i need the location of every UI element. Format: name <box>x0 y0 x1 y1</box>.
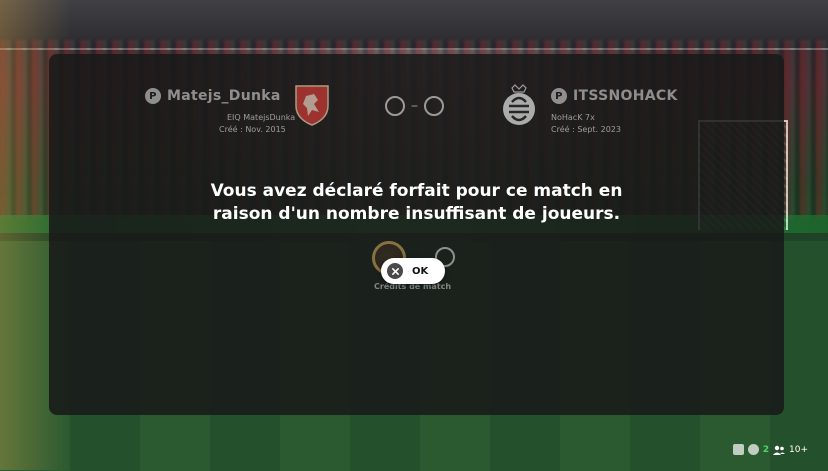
status-bar: 2 10+ <box>732 444 808 455</box>
party-icon[interactable] <box>773 445 785 455</box>
away-created-date: Créé : Sept. 2023 <box>551 125 621 134</box>
forfeit-dialog: P Matejs_Dunka EIQ MatejsDunka Créé : No… <box>49 54 784 415</box>
cross-button-icon <box>387 263 403 279</box>
party-count: 10+ <box>789 444 808 455</box>
away-score-circle <box>424 96 444 116</box>
chat-icon[interactable] <box>732 444 744 455</box>
score-separator: – <box>411 98 418 114</box>
ok-label: OK <box>412 265 429 277</box>
ok-button[interactable]: OK <box>381 258 445 284</box>
away-club-name: NoHacK 7x <box>551 113 595 122</box>
scoreboard: – <box>385 96 444 116</box>
home-club-name: EIQ MatejsDunka <box>227 113 296 122</box>
online-friends-icon[interactable] <box>747 444 759 455</box>
playstation-icon: P <box>145 88 161 104</box>
home-club-crest-icon <box>295 85 329 126</box>
home-score-circle <box>385 96 405 116</box>
forfeit-message: Vous avez déclaré forfait pour ce match … <box>210 181 623 224</box>
away-club-crest-icon <box>503 84 535 125</box>
away-team-name: P ITSSNOHACK <box>551 88 678 104</box>
playstation-icon: P <box>551 88 567 104</box>
home-team-name: P Matejs_Dunka <box>145 88 281 104</box>
home-created-date: Créé : Nov. 2015 <box>219 125 286 134</box>
friends-online-count: 2 <box>762 444 769 455</box>
